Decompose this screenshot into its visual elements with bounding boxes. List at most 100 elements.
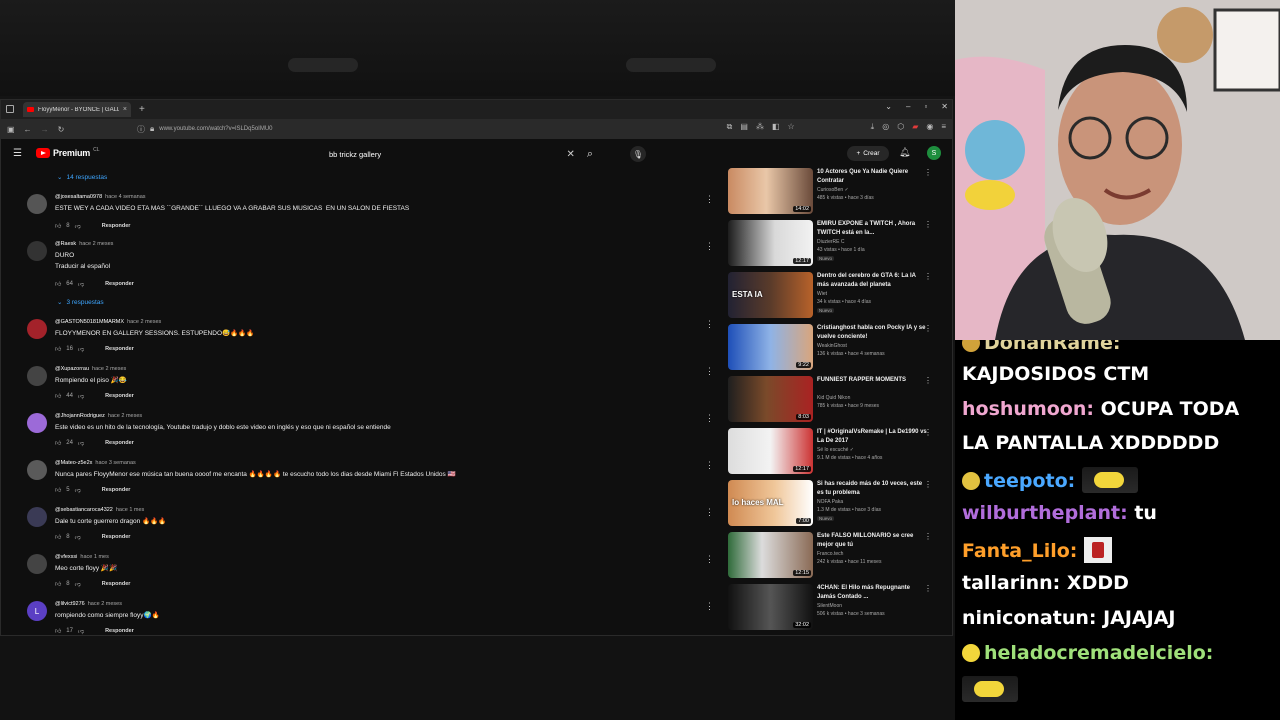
video-title[interactable]: Si has recaido más de 10 veces, este es … <box>817 480 929 498</box>
dislike-icon[interactable]: 👎︎ <box>78 280 84 288</box>
comment-avatar[interactable] <box>27 554 47 574</box>
menu-icon[interactable]: ≡ <box>941 122 946 132</box>
search-input[interactable]: bb trickz gallery <box>321 150 566 159</box>
chat-username[interactable]: heladocremadelcielo: <box>984 642 1213 664</box>
reply-button[interactable]: Responder <box>102 581 131 587</box>
reply-button[interactable]: Responder <box>105 346 134 352</box>
screenshot-icon[interactable]: ⧉ <box>727 122 733 132</box>
video-options-icon[interactable]: ⋮ <box>924 168 932 177</box>
sidebar-panel-icon[interactable]: ◧ <box>772 122 780 132</box>
video-title[interactable]: FUNNIEST RAPPER MOMENTS <box>817 376 929 385</box>
comment-time[interactable]: hace 2 meses <box>127 319 161 325</box>
comment-avatar[interactable]: L <box>27 601 47 621</box>
video-card[interactable]: 14:02 10 Actores Que Ya Nadie Quiere Cont… <box>728 168 943 216</box>
comment-options-icon[interactable]: ⋮ <box>705 241 714 252</box>
video-card[interactable]: lo haces MAL 7:00 Si has recaido más de 10… <box>728 480 943 528</box>
bookmark-star-icon[interactable]: ☆ <box>788 122 795 132</box>
reply-button[interactable]: Responder <box>105 281 134 287</box>
view-replies-link[interactable]: ⌄ 14 respuestas <box>57 173 107 182</box>
comment-author[interactable]: @Mateo-z5e2x <box>55 460 92 466</box>
comment-avatar[interactable] <box>27 460 47 480</box>
url-field[interactable]: ⓘ 🔒︎ www.youtube.com/watch?v=lSLDq5oIMU0 <box>137 123 273 135</box>
dislike-icon[interactable]: 👎︎ <box>75 533 81 541</box>
video-thumbnail[interactable]: 8:03 <box>728 376 813 422</box>
dislike-icon[interactable]: 👎︎ <box>75 580 81 588</box>
like-icon[interactable]: 👍︎ <box>55 345 61 353</box>
comment-options-icon[interactable]: ⋮ <box>705 194 714 205</box>
reload-icon[interactable]: ↻ <box>58 125 65 134</box>
dislike-icon[interactable]: 👎︎ <box>78 627 84 635</box>
comment-time[interactable]: hace 1 mes <box>116 507 144 513</box>
video-thumbnail[interactable]: 14:02 <box>728 168 813 214</box>
comment-options-icon[interactable]: ⋮ <box>705 507 714 518</box>
reply-button[interactable]: Responder <box>102 487 131 493</box>
comment-avatar[interactable] <box>27 319 47 339</box>
video-options-icon[interactable]: ⋮ <box>924 584 932 593</box>
video-options-icon[interactable]: ⋮ <box>924 532 932 541</box>
like-icon[interactable]: 👍︎ <box>55 486 61 494</box>
video-card[interactable]: ESTA IA Dentro del cerebro de GTA 6: La I… <box>728 272 943 320</box>
comment-options-icon[interactable]: ⋮ <box>705 366 714 377</box>
like-icon[interactable]: 👍︎ <box>55 533 61 541</box>
video-thumbnail[interactable]: ESTA IA <box>728 272 813 318</box>
video-thumbnail[interactable]: 12:17 <box>728 220 813 266</box>
video-thumbnail[interactable]: 32:02 <box>728 584 813 630</box>
reader-icon[interactable]: ▤ <box>740 122 748 132</box>
video-options-icon[interactable]: ⋮ <box>924 428 932 437</box>
comment-options-icon[interactable]: ⋮ <box>705 460 714 471</box>
chat-username[interactable]: tallarinn: <box>962 572 1060 594</box>
view-replies-link[interactable]: ⌄ 3 respuestas <box>57 298 104 307</box>
comment-options-icon[interactable]: ⋮ <box>705 601 714 612</box>
create-button[interactable]: + Crear <box>847 146 889 161</box>
chat-username[interactable]: hoshumoon: <box>962 398 1094 420</box>
video-thumbnail[interactable]: 9:22 <box>728 324 813 370</box>
video-thumbnail[interactable]: 12:15 <box>728 532 813 578</box>
comment-time[interactable]: hace 2 meses <box>108 413 142 419</box>
new-tab-icon[interactable]: + <box>139 104 145 115</box>
comment-time[interactable]: hace 2 meses <box>88 601 122 607</box>
guide-menu-icon[interactable]: ☰ <box>13 148 22 159</box>
profile-icon[interactable]: ◉ <box>926 122 933 132</box>
like-icon[interactable]: 👍︎ <box>55 392 61 400</box>
video-card[interactable]: 12:17 IT | #OriginalVsRemake | La De1990 … <box>728 428 943 476</box>
comment-author[interactable]: @lilvict9276 <box>55 601 85 607</box>
back-icon[interactable]: ← <box>24 125 32 134</box>
chat-username[interactable]: teepoto: <box>984 470 1075 492</box>
video-options-icon[interactable]: ⋮ <box>924 272 932 281</box>
search-icon[interactable]: ⌕ <box>587 148 593 161</box>
video-channel[interactable]: Franco.tech <box>817 551 843 557</box>
maximize-icon[interactable]: ▫ <box>924 102 927 111</box>
video-title[interactable]: IT | #OriginalVsRemake | La De1990 vs La… <box>817 428 929 446</box>
video-options-icon[interactable]: ⋮ <box>924 324 932 333</box>
video-card[interactable]: 12:17 EMIRU EXPONE a TWITCH , Ahora TWITC… <box>728 220 943 268</box>
comment-options-icon[interactable]: ⋮ <box>705 319 714 330</box>
reply-button[interactable]: Responder <box>102 223 131 229</box>
video-title[interactable]: Cristianghost habla con Pocky IA y se vu… <box>817 324 929 342</box>
tab-list-icon[interactable]: ⌄ <box>885 102 892 111</box>
comment-avatar[interactable] <box>27 413 47 433</box>
video-thumbnail[interactable]: 12:17 <box>728 428 813 474</box>
comment-time[interactable]: hace 4 semanas <box>105 194 145 200</box>
comment-author[interactable]: @vfexssi <box>55 554 77 560</box>
like-icon[interactable]: 👍︎ <box>55 280 61 288</box>
video-card[interactable]: 12:15 Este FALSO MILLONARIO se cree mejor… <box>728 532 943 580</box>
video-title[interactable]: Dentro del cerebro de GTA 6: La IA más a… <box>817 272 929 290</box>
comment-avatar[interactable] <box>27 366 47 386</box>
chat-username[interactable]: Fanta_Lilo: <box>962 540 1077 562</box>
close-tab-icon[interactable]: × <box>123 106 127 113</box>
notifications-bell-icon[interactable]: 🔔︎ <box>899 147 910 158</box>
minimize-icon[interactable]: – <box>906 102 910 111</box>
account-avatar[interactable]: S <box>927 146 941 160</box>
reply-button[interactable]: Responder <box>102 534 131 540</box>
video-channel[interactable]: WeakinGhost <box>817 343 847 349</box>
video-channel[interactable]: NOFA Paka <box>817 499 843 505</box>
video-channel[interactable]: Sé lo escuché ✓ <box>817 447 854 453</box>
extension-red-icon[interactable]: ▰ <box>912 122 918 132</box>
chat-username[interactable]: DonanRame: <box>984 340 1120 354</box>
comment-avatar[interactable] <box>27 241 47 261</box>
video-channel[interactable]: CuriosoBen ✓ <box>817 187 849 193</box>
sidebar-toggle-icon[interactable] <box>6 105 14 113</box>
forward-icon[interactable]: → <box>41 125 49 134</box>
site-info-icon[interactable]: ⓘ <box>137 124 145 135</box>
comment-options-icon[interactable]: ⋮ <box>705 554 714 565</box>
